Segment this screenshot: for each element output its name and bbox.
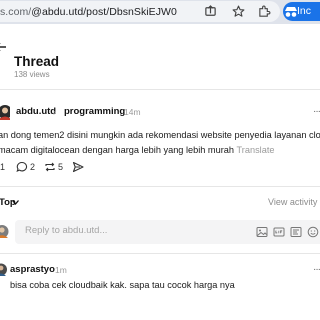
post-more-menu[interactable]: ··· — [313, 106, 320, 117]
post-line-1: an dong temen2 disini mungkin ada rekome… — [0, 130, 320, 140]
back-arrow-icon[interactable] — [0, 40, 8, 54]
view-activity-link[interactable]: View activity — [268, 197, 317, 207]
post-body: an dong temen2 disini mungkin ada rekome… — [0, 128, 320, 157]
post-divider — [0, 186, 320, 187]
comment-icon[interactable] — [16, 161, 28, 173]
poll-icon[interactable] — [290, 226, 302, 238]
share-icon[interactable] — [204, 5, 217, 18]
url-text[interactable]: s.com/@abdu.utd/post/DbsnSkiEJW0 — [0, 6, 177, 18]
send-icon[interactable] — [72, 161, 84, 173]
avatar[interactable] — [0, 104, 10, 120]
community-link[interactable]: programming — [64, 106, 125, 117]
post-line-2-wrap: macam digitalocean dengan harga lebih ya… — [0, 143, 320, 158]
reply-input[interactable]: Reply to abdu.utd... — [25, 225, 107, 236]
header-divider — [0, 89, 320, 90]
browser-toolbar: s.com/@abdu.utd/post/DbsnSkiEJW0 Inc — [0, 0, 320, 24]
post-author[interactable]: abdu.utd — [16, 106, 56, 117]
reply-more-menu[interactable]: ··· — [313, 264, 320, 275]
profile-label: Inc — [297, 5, 312, 17]
view-count: 138 views — [14, 70, 50, 79]
star-icon[interactable] — [232, 5, 245, 18]
repost-icon[interactable] — [44, 161, 56, 173]
image-icon[interactable] — [256, 226, 268, 238]
post-line-2: macam digitalocean dengan harga lebih ya… — [0, 144, 234, 155]
reply-avatar[interactable] — [0, 262, 7, 277]
url-path: @abdu.utd/post/DbsnSkiEJW0 — [31, 6, 177, 18]
page-title: Thread — [14, 54, 60, 69]
emoji-icon[interactable] — [307, 226, 319, 238]
post-timestamp: 14m — [124, 107, 141, 117]
breadcrumb-separator: › — [53, 107, 56, 117]
composer-avatar — [0, 225, 9, 238]
reply-composer: Reply to abdu.utd... — [15, 220, 320, 244]
gif-icon[interactable] — [273, 226, 285, 238]
chevron-down-icon[interactable] — [12, 200, 19, 205]
incognito-chip[interactable]: Inc — [283, 2, 320, 21]
post-actions: 1 2 5 — [0, 160, 120, 176]
reply-author[interactable]: asprastyo — [10, 264, 55, 275]
extensions-icon[interactable] — [258, 5, 271, 18]
repost-count: 5 — [58, 162, 64, 172]
reply-text: bisa coba cek cloudbaik kak. sapa tau co… — [10, 280, 235, 290]
translate-link[interactable]: Translate — [237, 145, 275, 155]
address-bar[interactable]: s.com/@abdu.utd/post/DbsnSkiEJW0 — [0, 1, 280, 22]
thread-header: Thread 138 views — [0, 24, 320, 86]
comment-count: 2 — [30, 162, 36, 172]
like-count: 1 — [0, 162, 6, 172]
url-domain: s.com/ — [0, 6, 32, 18]
composer-divider — [0, 253, 320, 254]
reply-timestamp: 1m — [55, 265, 67, 275]
